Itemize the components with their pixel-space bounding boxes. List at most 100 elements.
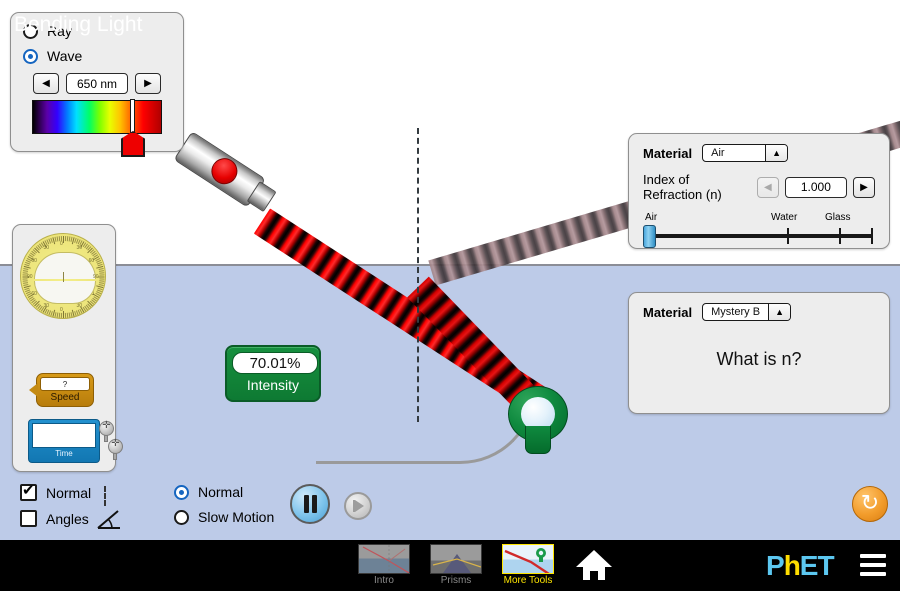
protractor-tick [60,312,63,318]
probe-neck [525,426,551,454]
bottom-material-row: Material Mystery B ▲ [643,303,875,321]
top-material-row: Material Air ▲ [643,144,875,162]
top-material-combobox[interactable]: Air ▲ [702,144,789,162]
phet-logo-p: P [766,550,785,581]
velocity-sensor-tool[interactable]: ? Speed [29,373,94,407]
radio-slow-motion[interactable]: Slow Motion [174,509,274,525]
wavelength-decrement-button[interactable]: ◀ [33,73,59,94]
ior-tick-end [871,228,873,244]
tab-prisms-label: Prisms [440,575,472,586]
top-material-label: Material [643,145,693,161]
ior-increment-button[interactable]: ▶ [852,176,875,198]
protractor-angle-label: 30 [43,302,50,309]
menu-bar-1 [860,554,886,558]
speed-tool-label: Speed [50,392,80,403]
speed-radio-group: Normal Slow Motion [174,484,274,534]
protractor-angle-label: 30 [76,245,83,252]
intensity-meter[interactable]: 70.01% Intensity [225,345,321,402]
index-of-refraction-row: Index of Refraction (n) ◀ 1.000 ▶ [643,172,875,202]
page-title: Bending Light [14,13,143,36]
screen-tabs: Intro Prisms More Tools [355,544,557,586]
simulation-stage: 70.01% Intensity Ray Wave ◀ 650 nm ▶ 0 30… [0,0,900,591]
ior-slider-thumb[interactable] [643,225,656,248]
radio-wave-label: Wave [47,48,83,64]
protractor-angle-label: 30 [76,302,83,309]
radio-speed-normal-icon [174,484,189,500]
tab-intro-label: Intro [373,575,394,586]
reset-all-button[interactable]: ↻ [852,486,888,522]
bottom-medium-control-panel: Material Mystery B ▲ What is n? [628,292,890,414]
protractor-center-mark [63,272,64,282]
ior-value[interactable]: 1.000 [784,176,847,198]
ior-tick-label-air: Air [645,212,658,223]
protractor-angle-label: 30 [43,245,50,252]
protractor-tick [64,312,67,318]
pause-button[interactable] [290,484,330,524]
wave-probe-a-icon[interactable] [99,420,114,436]
protractor-tick [63,236,64,243]
radio-wave[interactable]: Wave [23,48,171,64]
light-sensor-probe[interactable] [508,386,568,458]
angle-icon [97,510,120,529]
tab-more-tools-thumbnail [502,544,554,574]
ior-decrement-button[interactable]: ◀ [756,176,779,198]
ior-tick-label-water: Water [771,212,798,223]
protractor-angle-label: 0 [60,241,63,247]
home-icon[interactable] [574,548,614,582]
protractor-tool[interactable]: 0 30 60 90 60 30 0 30 60 90 60 30 [20,233,106,319]
bottom-material-label: Material [643,304,693,320]
tab-more-tools[interactable]: More Tools [499,544,557,586]
checkbox-normal-icon [20,482,37,501]
hamburger-menu-icon[interactable] [860,554,886,576]
tab-more-tools-label: More Tools [503,575,553,586]
ior-slider[interactable]: Air Water Glass [643,212,875,248]
checkbox-angles-label: Angles [46,510,89,527]
protractor-angle-label: 60 [31,257,37,264]
radio-speed-normal-label: Normal [198,484,244,500]
phet-logo[interactable]: PhET [766,550,835,581]
phet-logo-et: ET [799,550,835,581]
menu-bar-3 [860,572,886,576]
tab-intro-thumbnail [358,544,410,574]
protractor-tick [99,274,105,276]
checkbox-angles[interactable]: Angles [20,510,91,527]
chevron-up-icon: ▲ [765,145,788,161]
radio-slow-motion-label: Slow Motion [198,509,275,525]
wavelength-value[interactable]: 650 nm [66,73,128,94]
ior-tick-glass [839,228,841,244]
step-forward-button[interactable] [344,492,372,520]
radio-wave-icon [23,48,38,64]
wavelength-increment-button[interactable]: ▶ [135,73,161,94]
protractor-tick [63,311,64,318]
normal-line-icon [104,486,106,506]
phet-logo-h: h [783,550,801,581]
spectrum-thumb-line [130,99,135,137]
mystery-question-text: What is n? [716,349,802,369]
protractor-angle-label: 90 [27,274,33,280]
view-checkbox-group: Normal Angles [20,482,91,536]
checkbox-normal[interactable]: Normal [20,482,91,501]
wave-sensor-tool[interactable]: Time [28,419,100,463]
spectrum-slider-thumb[interactable] [121,131,145,157]
reset-icon: ↻ [860,490,880,515]
tab-intro[interactable]: Intro [355,544,413,586]
protractor-angle-label: 90 [93,274,99,280]
chevron-up-icon: ▲ [768,304,791,320]
protractor-angle-label: 60 [88,257,95,264]
wavelength-spectrum-slider[interactable] [32,99,162,157]
protractor-angle-label: 0 [60,307,63,313]
radio-speed-normal[interactable]: Normal [174,484,274,500]
top-material-value: Air [711,147,725,159]
wave-probe-stem-b [113,453,117,460]
intensity-meter-label: Intensity [246,377,300,393]
normal-line [417,128,419,422]
menu-bar-2 [860,563,886,567]
bottom-material-combobox[interactable]: Mystery B ▲ [702,303,792,321]
tab-prisms[interactable]: Prisms [427,544,485,586]
intensity-value: 70.01% [232,352,318,374]
speed-value: ? [40,377,90,391]
wave-probe-b-icon[interactable] [108,438,123,454]
radio-slow-motion-icon [174,509,189,525]
protractor-angle-label: 60 [31,290,37,297]
protractor-angle-label: 60 [88,290,95,297]
